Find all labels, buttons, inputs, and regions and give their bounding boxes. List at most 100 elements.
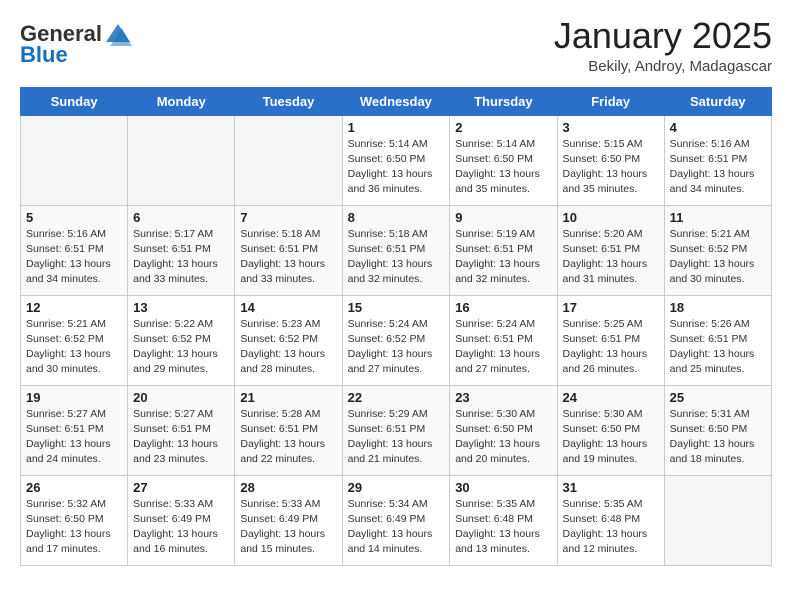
day-number: 27 <box>133 480 229 495</box>
calendar-day-cell: 10 Sunrise: 5:20 AMSunset: 6:51 PMDayligh… <box>557 205 664 295</box>
day-number: 30 <box>455 480 551 495</box>
day-detail: Sunrise: 5:27 AMSunset: 6:51 PMDaylight:… <box>26 407 122 468</box>
day-detail: Sunrise: 5:24 AMSunset: 6:51 PMDaylight:… <box>455 317 551 378</box>
day-number: 16 <box>455 300 551 315</box>
calendar-day-cell: 13 Sunrise: 5:22 AMSunset: 6:52 PMDayligh… <box>128 295 235 385</box>
day-number: 11 <box>670 210 766 225</box>
day-number: 10 <box>563 210 659 225</box>
title-block: January 2025 Bekily, Androy, Madagascar <box>554 16 772 75</box>
calendar-day-cell: 7 Sunrise: 5:18 AMSunset: 6:51 PMDaylight… <box>235 205 342 295</box>
calendar-day-cell: 2 Sunrise: 5:14 AMSunset: 6:50 PMDaylight… <box>450 115 557 205</box>
day-detail: Sunrise: 5:23 AMSunset: 6:52 PMDaylight:… <box>240 317 336 378</box>
day-detail: Sunrise: 5:18 AMSunset: 6:51 PMDaylight:… <box>348 227 445 288</box>
day-number: 13 <box>133 300 229 315</box>
day-detail: Sunrise: 5:27 AMSunset: 6:51 PMDaylight:… <box>133 407 229 468</box>
day-number: 1 <box>348 120 445 135</box>
day-number: 17 <box>563 300 659 315</box>
calendar-day-cell: 6Sunrise: 5:17 AMSunset: 6:51 PMDaylight… <box>128 205 235 295</box>
weekday-header-cell: Friday <box>557 87 664 115</box>
day-detail: Sunrise: 5:21 AMSunset: 6:52 PMDaylight:… <box>26 317 122 378</box>
calendar-day-cell <box>235 115 342 205</box>
calendar-week-row: 1 Sunrise: 5:14 AMSunset: 6:50 PMDaylight… <box>21 115 772 205</box>
calendar-day-cell: 17 Sunrise: 5:25 AMSunset: 6:51 PMDayligh… <box>557 295 664 385</box>
weekday-header-cell: Saturday <box>664 87 771 115</box>
day-number: 9 <box>455 210 551 225</box>
calendar-day-cell: 27 Sunrise: 5:33 AMSunset: 6:49 PMDayligh… <box>128 475 235 565</box>
calendar-day-cell: 16 Sunrise: 5:24 AMSunset: 6:51 PMDayligh… <box>450 295 557 385</box>
calendar-day-cell <box>21 115 128 205</box>
day-number: 15 <box>348 300 445 315</box>
day-detail: Sunrise: 5:31 AMSunset: 6:50 PMDaylight:… <box>670 407 766 468</box>
day-number: 5 <box>26 210 122 225</box>
day-detail: Sunrise: 5:26 AMSunset: 6:51 PMDaylight:… <box>670 317 766 378</box>
calendar-day-cell <box>664 475 771 565</box>
calendar-table: SundayMondayTuesdayWednesdayThursdayFrid… <box>20 87 772 566</box>
calendar-day-cell: 12 Sunrise: 5:21 AMSunset: 6:52 PMDayligh… <box>21 295 128 385</box>
day-detail: Sunrise: 5:30 AMSunset: 6:50 PMDaylight:… <box>563 407 659 468</box>
calendar-day-cell: 4Sunrise: 5:16 AMSunset: 6:51 PMDaylight… <box>664 115 771 205</box>
day-number: 24 <box>563 390 659 405</box>
calendar-day-cell: 26Sunrise: 5:32 AMSunset: 6:50 PMDayligh… <box>21 475 128 565</box>
page: General Blue January 2025 Bekily, Androy… <box>0 0 792 582</box>
day-detail: Sunrise: 5:22 AMSunset: 6:52 PMDaylight:… <box>133 317 229 378</box>
calendar-day-cell: 28 Sunrise: 5:33 AMSunset: 6:49 PMDayligh… <box>235 475 342 565</box>
day-number: 14 <box>240 300 336 315</box>
calendar-day-cell: 14 Sunrise: 5:23 AMSunset: 6:52 PMDayligh… <box>235 295 342 385</box>
calendar-day-cell: 5 Sunrise: 5:16 AMSunset: 6:51 PMDaylight… <box>21 205 128 295</box>
calendar-day-cell: 30 Sunrise: 5:35 AMSunset: 6:48 PMDayligh… <box>450 475 557 565</box>
day-detail: Sunrise: 5:30 AMSunset: 6:50 PMDaylight:… <box>455 407 551 468</box>
day-number: 7 <box>240 210 336 225</box>
day-detail: Sunrise: 5:14 AMSunset: 6:50 PMDaylight:… <box>455 137 551 198</box>
logo: General Blue <box>20 20 132 66</box>
logo-icon <box>104 20 132 48</box>
calendar-day-cell: 29Sunrise: 5:34 AMSunset: 6:49 PMDayligh… <box>342 475 450 565</box>
day-detail: Sunrise: 5:35 AMSunset: 6:48 PMDaylight:… <box>563 497 659 558</box>
day-number: 19 <box>26 390 122 405</box>
day-number: 20 <box>133 390 229 405</box>
day-detail: Sunrise: 5:28 AMSunset: 6:51 PMDaylight:… <box>240 407 336 468</box>
calendar-day-cell: 24 Sunrise: 5:30 AMSunset: 6:50 PMDayligh… <box>557 385 664 475</box>
day-detail: Sunrise: 5:20 AMSunset: 6:51 PMDaylight:… <box>563 227 659 288</box>
day-detail: Sunrise: 5:33 AMSunset: 6:49 PMDaylight:… <box>240 497 336 558</box>
day-number: 26 <box>26 480 122 495</box>
day-detail: Sunrise: 5:24 AMSunset: 6:52 PMDaylight:… <box>348 317 445 378</box>
calendar-day-cell: 9 Sunrise: 5:19 AMSunset: 6:51 PMDaylight… <box>450 205 557 295</box>
day-number: 2 <box>455 120 551 135</box>
day-number: 18 <box>670 300 766 315</box>
day-detail: Sunrise: 5:25 AMSunset: 6:51 PMDaylight:… <box>563 317 659 378</box>
day-number: 6 <box>133 210 229 225</box>
day-number: 28 <box>240 480 336 495</box>
weekday-header-row: SundayMondayTuesdayWednesdayThursdayFrid… <box>21 87 772 115</box>
day-detail: Sunrise: 5:14 AMSunset: 6:50 PMDaylight:… <box>348 137 445 198</box>
day-detail: Sunrise: 5:33 AMSunset: 6:49 PMDaylight:… <box>133 497 229 558</box>
calendar-week-row: 26Sunrise: 5:32 AMSunset: 6:50 PMDayligh… <box>21 475 772 565</box>
calendar-day-cell: 19 Sunrise: 5:27 AMSunset: 6:51 PMDayligh… <box>21 385 128 475</box>
weekday-header-cell: Tuesday <box>235 87 342 115</box>
calendar-day-cell: 20 Sunrise: 5:27 AMSunset: 6:51 PMDayligh… <box>128 385 235 475</box>
calendar-week-row: 19 Sunrise: 5:27 AMSunset: 6:51 PMDayligh… <box>21 385 772 475</box>
day-number: 21 <box>240 390 336 405</box>
day-number: 29 <box>348 480 445 495</box>
day-detail: Sunrise: 5:19 AMSunset: 6:51 PMDaylight:… <box>455 227 551 288</box>
day-detail: Sunrise: 5:21 AMSunset: 6:52 PMDaylight:… <box>670 227 766 288</box>
day-number: 3 <box>563 120 659 135</box>
day-detail: Sunrise: 5:16 AMSunset: 6:51 PMDaylight:… <box>26 227 122 288</box>
calendar-day-cell: 15 Sunrise: 5:24 AMSunset: 6:52 PMDayligh… <box>342 295 450 385</box>
day-number: 8 <box>348 210 445 225</box>
day-detail: Sunrise: 5:18 AMSunset: 6:51 PMDaylight:… <box>240 227 336 288</box>
calendar-day-cell: 31 Sunrise: 5:35 AMSunset: 6:48 PMDayligh… <box>557 475 664 565</box>
day-number: 22 <box>348 390 445 405</box>
calendar-week-row: 5 Sunrise: 5:16 AMSunset: 6:51 PMDaylight… <box>21 205 772 295</box>
calendar-day-cell: 1 Sunrise: 5:14 AMSunset: 6:50 PMDaylight… <box>342 115 450 205</box>
day-number: 12 <box>26 300 122 315</box>
calendar-day-cell: 8 Sunrise: 5:18 AMSunset: 6:51 PMDaylight… <box>342 205 450 295</box>
calendar-day-cell: 21 Sunrise: 5:28 AMSunset: 6:51 PMDayligh… <box>235 385 342 475</box>
calendar-day-cell: 3Sunrise: 5:15 AMSunset: 6:50 PMDaylight… <box>557 115 664 205</box>
calendar-day-cell: 23Sunrise: 5:30 AMSunset: 6:50 PMDayligh… <box>450 385 557 475</box>
weekday-header-cell: Thursday <box>450 87 557 115</box>
calendar-day-cell: 18 Sunrise: 5:26 AMSunset: 6:51 PMDayligh… <box>664 295 771 385</box>
day-detail: Sunrise: 5:35 AMSunset: 6:48 PMDaylight:… <box>455 497 551 558</box>
day-number: 31 <box>563 480 659 495</box>
month-title: January 2025 <box>554 16 772 56</box>
weekday-header-cell: Monday <box>128 87 235 115</box>
